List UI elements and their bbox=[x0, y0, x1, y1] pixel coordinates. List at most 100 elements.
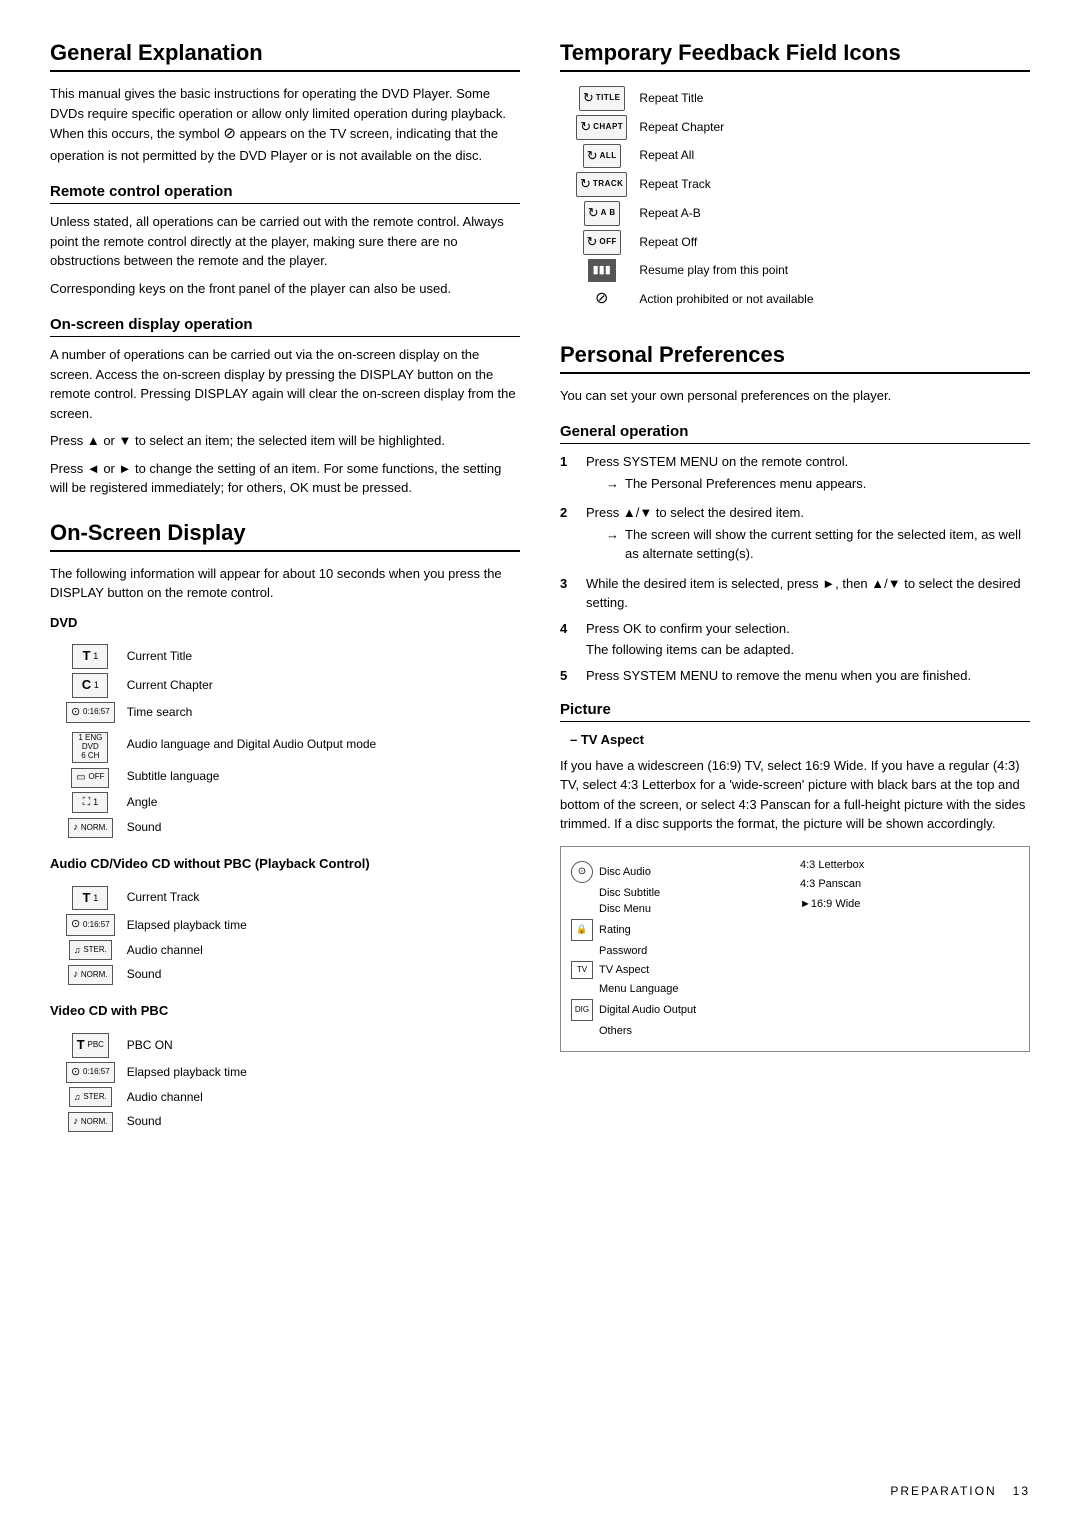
repeat-track-desc: Repeat Track bbox=[633, 170, 819, 199]
step-4-sub: The following items can be adapted. bbox=[586, 640, 794, 660]
dvd-desc-sound: Sound bbox=[121, 815, 383, 840]
menu-option-panscan: 4:3 Panscan bbox=[800, 876, 1019, 893]
footer-label: PREPARATION bbox=[890, 1484, 996, 1498]
dvd-desc-title: Current Title bbox=[121, 642, 383, 671]
repeat-ab-icon: ↻ A B bbox=[570, 199, 633, 228]
tv-aspect-menu-box: ⊙ Disc Audio Disc Subtitle Disc Menu 🔒 R… bbox=[560, 846, 1030, 1052]
menu-option-widescreen: ►16:9 Wide bbox=[800, 896, 1019, 913]
onscreen-display-title: On-Screen Display bbox=[50, 520, 520, 552]
repeat-chapt-icon: ↻ CHAPT bbox=[570, 113, 633, 142]
dvd-icon-time: ⊙ 0:16:57 bbox=[60, 700, 121, 726]
acd-icon-audio: ♫ STER. bbox=[60, 938, 121, 962]
menu-item-others: Others bbox=[599, 1025, 632, 1037]
general-explanation-title: General Explanation bbox=[50, 40, 520, 72]
menu-item-menu-language: Menu Language bbox=[599, 983, 679, 995]
dvd-section-label: DVD bbox=[50, 613, 520, 633]
menu-row-menu-language: Menu Language bbox=[571, 983, 790, 995]
vcd-desc-sound: Sound bbox=[121, 1109, 253, 1134]
list-item: Press SYSTEM MENU on the remote control.… bbox=[560, 452, 1030, 497]
table-row: ♫ STER. Audio channel bbox=[60, 938, 253, 962]
repeat-off-icon: ↻ OFF bbox=[570, 228, 633, 257]
repeat-title-icon: ↻ TITLE bbox=[570, 84, 633, 113]
onscreen-display-op-text1: A number of operations can be carried ou… bbox=[50, 345, 520, 423]
step-1-sub: The Personal Preferences menu appears. bbox=[606, 474, 866, 494]
dvd-icon-sound: ♪ NORM. bbox=[60, 815, 121, 840]
acd-desc-audio: Audio channel bbox=[121, 938, 253, 962]
dvd-icon-subtitle: ▭ OFF bbox=[60, 765, 121, 790]
repeat-all-icon: ↻ ALL bbox=[570, 142, 633, 171]
table-row: ↻ A B Repeat A-B bbox=[570, 199, 820, 228]
dvd-icon-title: T 1 bbox=[60, 642, 121, 671]
prohibited-icon: ⊘ bbox=[570, 284, 633, 314]
right-column: Temporary Feedback Field Icons ↻ TITLE R… bbox=[560, 40, 1030, 1140]
step-2-sub: The screen will show the current setting… bbox=[606, 525, 1030, 564]
table-row: ↻ TITLE Repeat Title bbox=[570, 84, 820, 113]
table-row: ♪ NORM. Sound bbox=[60, 1109, 253, 1134]
tv-aspect-text: If you have a widescreen (16:9) TV, sele… bbox=[560, 756, 1030, 834]
table-row: ⊙ 0:16:57 Elapsed playback time bbox=[60, 912, 253, 938]
list-item: Press ▲/▼ to select the desired item. Th… bbox=[560, 503, 1030, 568]
table-row: ↻ CHAPT Repeat Chapter bbox=[570, 113, 820, 142]
repeat-all-desc: Repeat All bbox=[633, 142, 819, 171]
vcd-icon-sound: ♪ NORM. bbox=[60, 1109, 121, 1134]
acd-desc-track: Current Track bbox=[121, 884, 253, 913]
vcd-icon-pbc: T PBC bbox=[60, 1031, 121, 1060]
menu-item-disc-audio: Disc Audio bbox=[599, 866, 651, 878]
dvd-desc-audio: Audio language and Digital Audio Output … bbox=[121, 725, 383, 764]
general-explanation-intro: This manual gives the basic instructions… bbox=[50, 84, 520, 165]
table-row: ♫ STER. Audio channel bbox=[60, 1085, 253, 1109]
dvd-desc-time: Time search bbox=[121, 700, 383, 726]
vcd-desc-time: Elapsed playback time bbox=[121, 1060, 253, 1086]
step-5-text: Press SYSTEM MENU to remove the menu whe… bbox=[586, 668, 971, 683]
resume-desc: Resume play from this point bbox=[633, 257, 819, 285]
acd-icon-time: ⊙ 0:16:57 bbox=[60, 912, 121, 938]
resume-icon: ▮▮▮ bbox=[570, 257, 633, 285]
feedback-icons-title: Temporary Feedback Field Icons bbox=[560, 40, 1030, 72]
table-row: ♪ NORM. Sound bbox=[60, 962, 253, 987]
vcd-icon-audio: ♫ STER. bbox=[60, 1085, 121, 1109]
menu-row-others: Others bbox=[571, 1025, 790, 1037]
page-footer: PREPARATION 13 bbox=[890, 1484, 1030, 1498]
step-3-text: While the desired item is selected, pres… bbox=[586, 576, 1021, 611]
personal-preferences-intro: You can set your own personal preference… bbox=[560, 386, 1030, 406]
table-row: ♪ NORM. Sound bbox=[60, 815, 382, 840]
list-item: Press SYSTEM MENU to remove the menu whe… bbox=[560, 666, 1030, 686]
table-row: T PBC PBC ON bbox=[60, 1031, 253, 1060]
dvd-desc-angle: Angle bbox=[121, 790, 383, 816]
remote-control-text: Unless stated, all operations can be car… bbox=[50, 212, 520, 271]
menu-item-disc-subtitle: Disc Subtitle bbox=[599, 887, 660, 899]
menu-row-rating: 🔒 Rating bbox=[571, 919, 790, 941]
dvd-icon-angle: ⛶ 1 bbox=[60, 790, 121, 816]
menu-option-letterbox: 4:3 Letterbox bbox=[800, 857, 1019, 874]
prohibited-desc: Action prohibited or not available bbox=[633, 284, 819, 314]
menu-item-password: Password bbox=[599, 945, 647, 957]
menu-row-disc-audio: ⊙ Disc Audio bbox=[571, 861, 790, 883]
repeat-track-icon: ↻ TRACK bbox=[570, 170, 633, 199]
table-row: T 1 Current Title bbox=[60, 642, 382, 671]
audio-cd-section-label: Audio CD/Video CD without PBC (Playback … bbox=[50, 854, 520, 874]
repeat-off-desc: Repeat Off bbox=[633, 228, 819, 257]
table-row: ⛶ 1 Angle bbox=[60, 790, 382, 816]
video-cd-icon-table: T PBC PBC ON ⊙ 0:16:57 Elapsed playback … bbox=[60, 1031, 253, 1135]
audio-cd-icon-table: T 1 Current Track ⊙ 0:16:57 Elapsed play… bbox=[60, 884, 253, 988]
table-row: ⊙ 0:16:57 Elapsed playback time bbox=[60, 1060, 253, 1086]
dvd-desc-chapter: Current Chapter bbox=[121, 671, 383, 700]
repeat-ab-desc: Repeat A-B bbox=[633, 199, 819, 228]
dvd-desc-subtitle: Subtitle language bbox=[121, 765, 383, 790]
video-cd-section-label: Video CD with PBC bbox=[50, 1001, 520, 1021]
dvd-icon-chapter: C 1 bbox=[60, 671, 121, 700]
tv-aspect-title: TV Aspect bbox=[570, 730, 1030, 750]
repeat-title-desc: Repeat Title bbox=[633, 84, 819, 113]
menu-item-rating: Rating bbox=[599, 924, 631, 936]
menu-item-digital-audio: Digital Audio Output bbox=[599, 1004, 696, 1016]
table-row: ↻ TRACK Repeat Track bbox=[570, 170, 820, 199]
menu-row-disc-subtitle: Disc Subtitle bbox=[571, 887, 790, 899]
vcd-desc-audio: Audio channel bbox=[121, 1085, 253, 1109]
feedback-icons-table: ↻ TITLE Repeat Title ↻ CHAPT Repeat Chap… bbox=[570, 84, 820, 314]
table-row: C 1 Current Chapter bbox=[60, 671, 382, 700]
vcd-desc-pbc: PBC ON bbox=[121, 1031, 253, 1060]
onscreen-display-op-text2: Press ▲ or ▼ to select an item; the sele… bbox=[50, 431, 520, 451]
onscreen-display-intro: The following information will appear fo… bbox=[50, 564, 520, 603]
general-operation-steps: Press SYSTEM MENU on the remote control.… bbox=[560, 452, 1030, 685]
menu-row-digital-audio: DIG Digital Audio Output bbox=[571, 999, 790, 1021]
